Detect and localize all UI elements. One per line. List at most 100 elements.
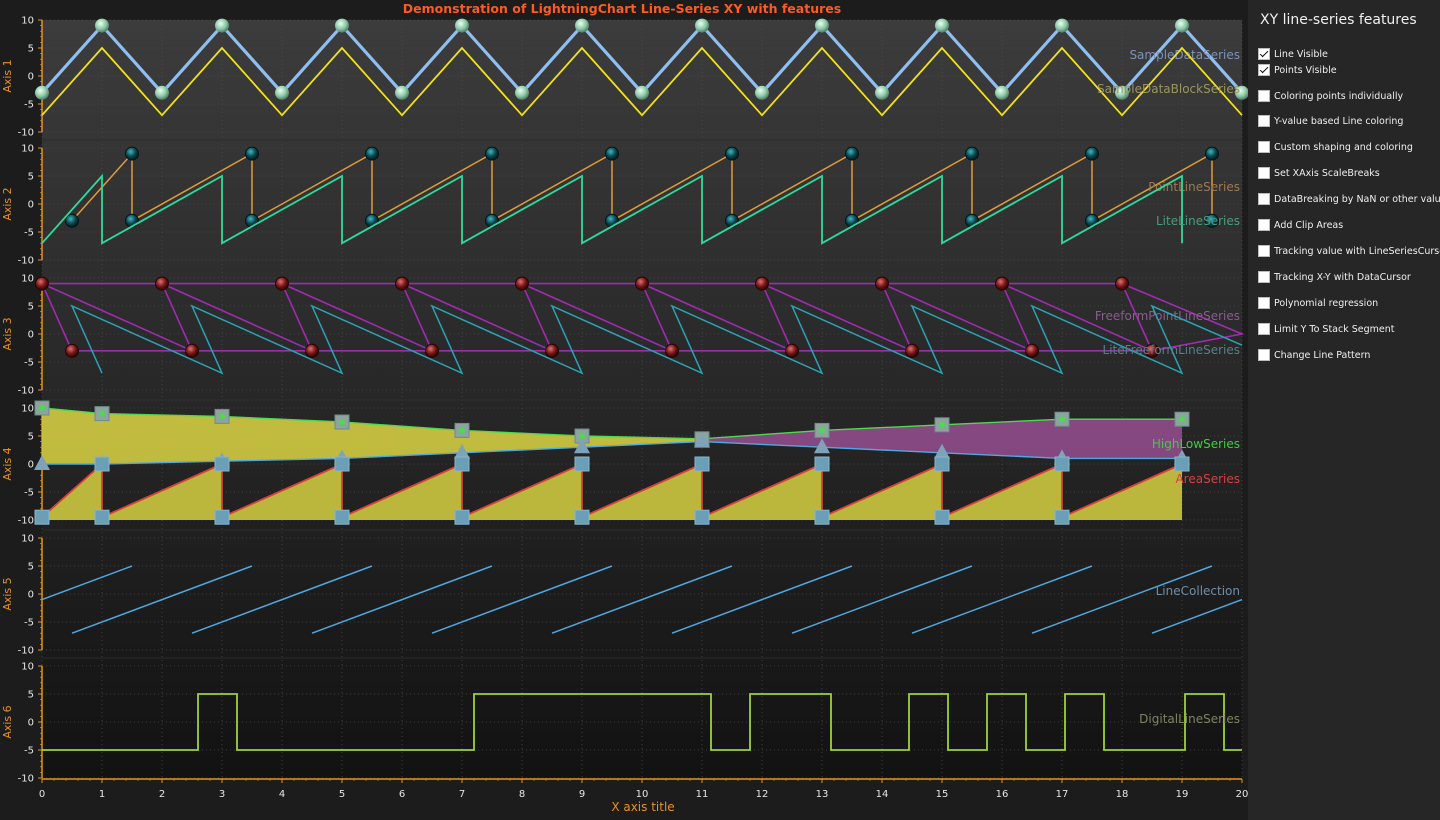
- option-label: Tracking X-Y with DataCursor: [1274, 271, 1411, 283]
- chart-plot: Demonstration of LightningChart Line-Ser…: [1, 1, 1248, 814]
- data-point: [515, 85, 529, 100]
- data-point: [574, 509, 590, 525]
- x-axis-title: X axis title: [611, 800, 674, 814]
- y-tick-label: 5: [28, 302, 34, 313]
- y-axis-label: Axis 4: [1, 447, 14, 480]
- feature-option-0[interactable]: Line Visible: [1258, 47, 1328, 61]
- panel-title: XY line-series features: [1260, 12, 1417, 28]
- feature-option-9[interactable]: Tracking X-Y with DataCursor: [1258, 270, 1411, 284]
- data-point: [275, 276, 289, 291]
- y-tick-label: 0: [28, 330, 34, 341]
- checkbox[interactable]: [1258, 48, 1270, 60]
- data-point: [125, 146, 139, 161]
- option-label: Add Clip Areas: [1274, 219, 1344, 231]
- high-dot: [339, 419, 345, 425]
- data-point: [605, 146, 619, 161]
- checkbox[interactable]: [1258, 115, 1270, 127]
- x-tick-label: 9: [579, 789, 585, 800]
- y-tick-label: 10: [21, 404, 34, 415]
- data-point: [814, 509, 830, 525]
- feature-option-1[interactable]: Points Visible: [1258, 63, 1337, 77]
- y-axis-label: Axis 6: [1, 705, 14, 738]
- x-tick-label: 18: [1116, 789, 1129, 800]
- checkbox[interactable]: [1258, 141, 1270, 153]
- y-tick-label: -5: [24, 358, 34, 369]
- high-dot: [219, 413, 225, 420]
- data-point: [845, 213, 859, 228]
- x-tick-label: 0: [39, 789, 45, 800]
- high-dot: [579, 433, 585, 439]
- feature-option-12[interactable]: Change Line Pattern: [1258, 348, 1370, 362]
- option-label: Line Visible: [1274, 48, 1328, 60]
- checkbox[interactable]: [1258, 323, 1270, 335]
- data-point: [94, 456, 110, 472]
- feature-option-10[interactable]: Polynomial regression: [1258, 296, 1378, 310]
- x-tick-label: 10: [636, 789, 649, 800]
- high-low-band: [102, 413, 222, 464]
- data-point: [454, 509, 470, 525]
- y-tick-label: -10: [18, 386, 34, 397]
- data-point: [334, 509, 350, 525]
- chart-area: Demonstration of LightningChart Line-Ser…: [0, 0, 1248, 820]
- feature-option-3[interactable]: Y-value based Line coloring: [1258, 114, 1403, 128]
- data-point: [934, 509, 950, 525]
- series-label: AreaSeries: [1175, 472, 1240, 486]
- y-tick-label: 5: [28, 432, 34, 443]
- data-point: [814, 456, 830, 472]
- y-tick-label: -10: [18, 516, 34, 527]
- data-point: [425, 343, 439, 358]
- series-label: HighLowSeries: [1152, 437, 1240, 451]
- data-point: [605, 213, 619, 228]
- checkbox[interactable]: [1258, 90, 1270, 102]
- data-point: [334, 456, 350, 472]
- series-label: SampleDataBlockSeries: [1097, 82, 1240, 96]
- option-label: Y-value based Line coloring: [1274, 115, 1404, 127]
- data-point: [215, 18, 229, 33]
- feature-option-11[interactable]: Limit Y To Stack Segment: [1258, 322, 1395, 336]
- x-tick-label: 14: [876, 789, 889, 800]
- checkbox[interactable]: [1258, 245, 1270, 257]
- y-tick-label: -5: [24, 100, 34, 111]
- data-point: [1085, 146, 1099, 161]
- y-tick-label: 5: [28, 562, 34, 573]
- data-point: [995, 276, 1009, 291]
- feature-option-2[interactable]: Coloring points individually: [1258, 89, 1403, 103]
- feature-option-8[interactable]: Tracking value with LineSeriesCursor: [1258, 244, 1440, 258]
- data-point: [485, 146, 499, 161]
- data-point: [575, 18, 589, 33]
- y-tick-label: -5: [24, 746, 34, 757]
- data-point: [454, 456, 470, 472]
- checkbox[interactable]: [1258, 64, 1270, 76]
- option-label: Custom shaping and coloring: [1274, 141, 1413, 153]
- x-tick-label: 20: [1236, 789, 1248, 800]
- data-point: [875, 85, 889, 100]
- feature-option-4[interactable]: Custom shaping and coloring: [1258, 140, 1413, 154]
- data-point: [935, 18, 949, 33]
- data-point: [95, 18, 109, 33]
- checkbox[interactable]: [1258, 349, 1270, 361]
- option-label: DataBreaking by NaN or other value: [1274, 193, 1440, 205]
- data-point: [755, 85, 769, 100]
- checkbox[interactable]: [1258, 271, 1270, 283]
- checkbox[interactable]: [1258, 167, 1270, 179]
- feature-option-7[interactable]: Add Clip Areas: [1258, 218, 1343, 232]
- series-label: LiteFreeformLineSeries: [1103, 343, 1240, 357]
- option-label: Change Line Pattern: [1274, 349, 1371, 361]
- data-point: [245, 146, 259, 161]
- y-tick-label: -10: [18, 774, 34, 785]
- checkbox[interactable]: [1258, 219, 1270, 231]
- data-point: [155, 85, 169, 100]
- feature-option-6[interactable]: DataBreaking by NaN or other value: [1258, 192, 1440, 206]
- data-point: [1055, 18, 1069, 33]
- data-point: [694, 509, 710, 525]
- data-point: [785, 343, 799, 358]
- checkbox[interactable]: [1258, 193, 1270, 205]
- y-tick-label: -5: [24, 228, 34, 239]
- data-point: [34, 509, 50, 525]
- x-tick-label: 2: [159, 789, 165, 800]
- x-tick-label: 15: [936, 789, 949, 800]
- feature-option-5[interactable]: Set XAxis ScaleBreaks: [1258, 166, 1380, 180]
- series-label: LiteLineSeries: [1156, 214, 1240, 228]
- checkbox[interactable]: [1258, 297, 1270, 309]
- data-point: [905, 343, 919, 358]
